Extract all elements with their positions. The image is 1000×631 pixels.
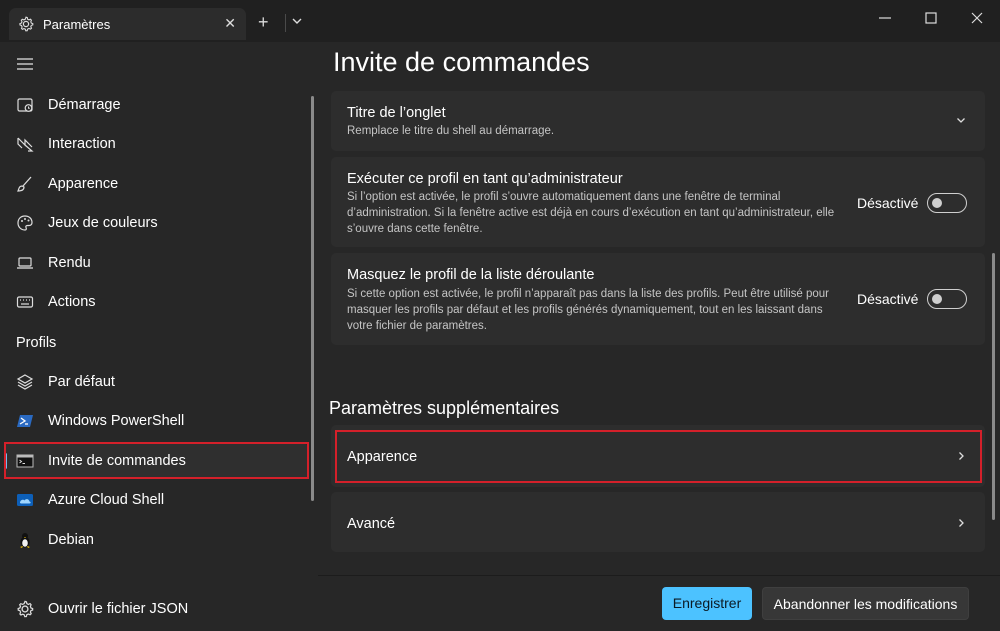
chevron-down-icon[interactable]	[955, 114, 967, 126]
page-title: Invite de commandes	[333, 47, 590, 77]
toggle-knob	[932, 198, 942, 208]
sidebar-item-label: Apparence	[48, 176, 119, 192]
tab-title: Paramètres	[43, 17, 111, 32]
additional-settings-heading: Paramètres supplémentaires	[329, 398, 560, 418]
title-bar: Paramètres ✕ +	[0, 0, 1000, 42]
hamburger-menu-icon[interactable]	[16, 56, 34, 72]
powershell-icon	[17, 415, 33, 427]
close-tab-button[interactable]: ✕	[224, 15, 236, 32]
footer-divider	[318, 575, 1000, 576]
advanced-label: Avancé	[347, 516, 396, 532]
monitor-icon	[17, 257, 33, 269]
sidebar-item-label: Démarrage	[48, 97, 121, 113]
startup-icon	[17, 98, 33, 112]
setting-title: Titre de l’onglet	[347, 105, 446, 121]
discard-changes-button[interactable]: Abandonner les modifications	[762, 587, 969, 620]
sidebar-item-demarrage[interactable]: Démarrage	[4, 87, 308, 123]
new-tab-button[interactable]: +	[258, 13, 269, 31]
brush-icon	[17, 176, 32, 192]
advanced-link[interactable]: Avancé	[331, 492, 985, 552]
azure-icon	[17, 494, 33, 506]
profiles-section-header: Profils	[16, 335, 57, 351]
sidebar-scrollbar[interactable]	[311, 96, 314, 501]
chevron-right-icon	[959, 519, 964, 527]
chevron-down-icon[interactable]	[290, 14, 304, 28]
run-as-admin-setting: Exécuter ce profil en tant qu’administra…	[331, 157, 985, 247]
sidebar-item-azure-cloud-shell[interactable]: Azure Cloud Shell	[4, 482, 308, 518]
settings-tab[interactable]: Paramètres ✕	[9, 8, 246, 40]
minimize-icon[interactable]	[877, 10, 893, 26]
hide-profile-setting: Masquez le profil de la liste déroulante…	[331, 253, 985, 345]
sidebar-item-label: Jeux de couleurs	[48, 215, 158, 231]
toggle-state-label: Désactivé	[857, 291, 919, 307]
sidebar-item-par-defaut[interactable]: Par défaut	[4, 364, 308, 400]
sidebar-item-label: Windows PowerShell	[48, 413, 185, 429]
gear-icon	[17, 600, 34, 618]
sidebar-item-label: Par défaut	[48, 374, 115, 390]
palette-icon	[17, 215, 33, 231]
close-window-icon[interactable]	[969, 10, 985, 26]
sidebar-item-label: Debian	[48, 532, 94, 548]
save-button[interactable]: Enregistrer	[662, 587, 752, 620]
setting-title: Masquez le profil de la liste déroulante	[347, 267, 595, 283]
sidebar-item-interaction[interactable]: Interaction	[4, 126, 308, 162]
keyboard-icon	[16, 296, 34, 308]
gear-icon	[19, 16, 34, 32]
open-json-button[interactable]: Ouvrir le fichier JSON	[4, 592, 308, 626]
setting-description: Remplace le titre du shell au démarrage.	[347, 125, 555, 137]
sidebar-item-windows-powershell[interactable]: Windows PowerShell	[4, 403, 308, 439]
maximize-icon[interactable]	[923, 10, 939, 26]
setting-description: Si l’option est activée, le profil s’ouv…	[347, 191, 835, 235]
open-json-label: Ouvrir le fichier JSON	[48, 601, 189, 617]
linux-icon	[20, 533, 30, 548]
sidebar-item-jeux-de-couleurs[interactable]: Jeux de couleurs	[4, 205, 308, 241]
layers-icon	[16, 374, 34, 390]
tab-title-setting[interactable]: Titre de l’onglet Remplace le titre du s…	[331, 91, 985, 151]
highlight-box-appearance	[335, 430, 982, 483]
sidebar-item-label: Rendu	[48, 255, 91, 271]
sidebar-item-label: Azure Cloud Shell	[48, 492, 165, 508]
sidebar-item-label: Actions	[48, 294, 96, 310]
sidebar-item-debian[interactable]: Debian	[4, 522, 308, 558]
toggle-state-label: Désactivé	[857, 195, 919, 211]
main-scrollbar[interactable]	[992, 253, 995, 520]
sidebar-item-apparence[interactable]: Apparence	[4, 166, 308, 202]
toggle-knob	[932, 294, 942, 304]
setting-description: Si cette option est activée, le profil n…	[347, 288, 829, 332]
highlight-box-sidebar	[4, 442, 309, 479]
hide-profile-toggle[interactable]	[927, 289, 967, 309]
setting-title: Exécuter ce profil en tant qu’administra…	[347, 171, 623, 187]
sidebar-item-actions[interactable]: Actions	[4, 284, 308, 320]
sidebar-item-label: Interaction	[48, 136, 116, 152]
sidebar-item-rendu[interactable]: Rendu	[4, 245, 308, 281]
run-as-admin-toggle[interactable]	[927, 193, 967, 213]
interaction-icon	[17, 137, 34, 152]
tab-separator	[285, 14, 286, 32]
